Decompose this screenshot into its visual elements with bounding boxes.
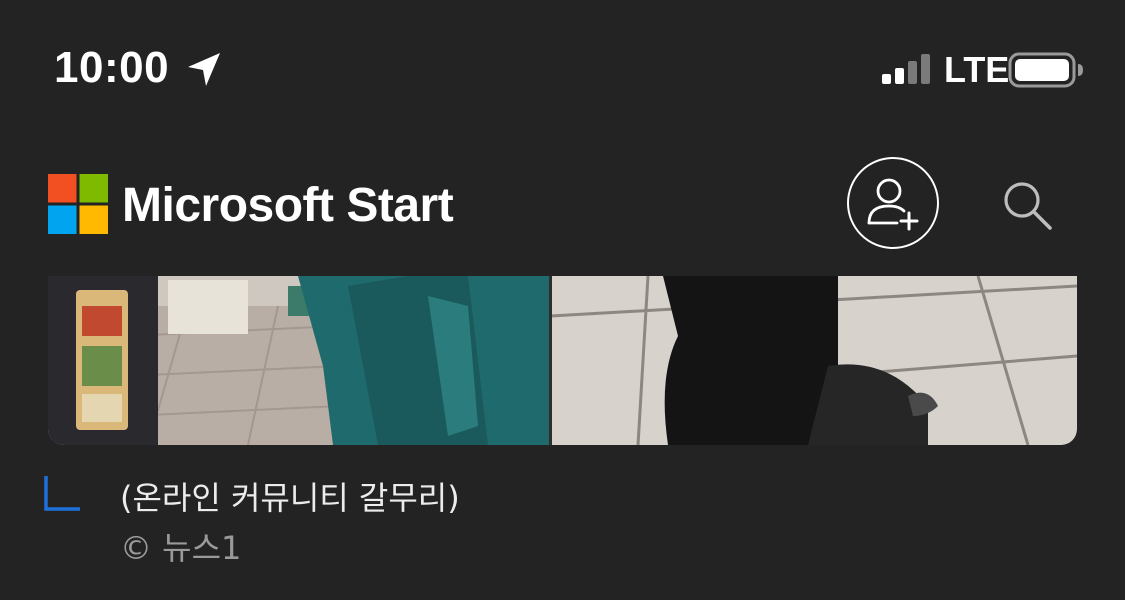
article-photo[interactable] [48, 276, 1077, 445]
search-icon[interactable] [1000, 178, 1056, 234]
app-title: Microsoft Start [122, 179, 454, 232]
photo-caption: (온라인 커뮤니티 갈무리) [120, 479, 460, 517]
photo-credit: © 뉴스1 [120, 529, 242, 567]
location-arrow-icon [188, 53, 220, 86]
microsoft-logo-icon [48, 174, 108, 234]
network-type-label: LTE [944, 49, 1010, 90]
caption-marker-icon [44, 476, 80, 511]
cellular-signal-icon [882, 54, 930, 84]
status-time: 10:00 [54, 43, 170, 92]
battery-icon [1008, 52, 1083, 88]
add-account-button[interactable] [847, 157, 939, 249]
add-person-icon [867, 178, 919, 231]
app-screen: 10:00 LTE Microsoft Start (온라인 커뮤니티 갈무리)… [0, 0, 1125, 600]
